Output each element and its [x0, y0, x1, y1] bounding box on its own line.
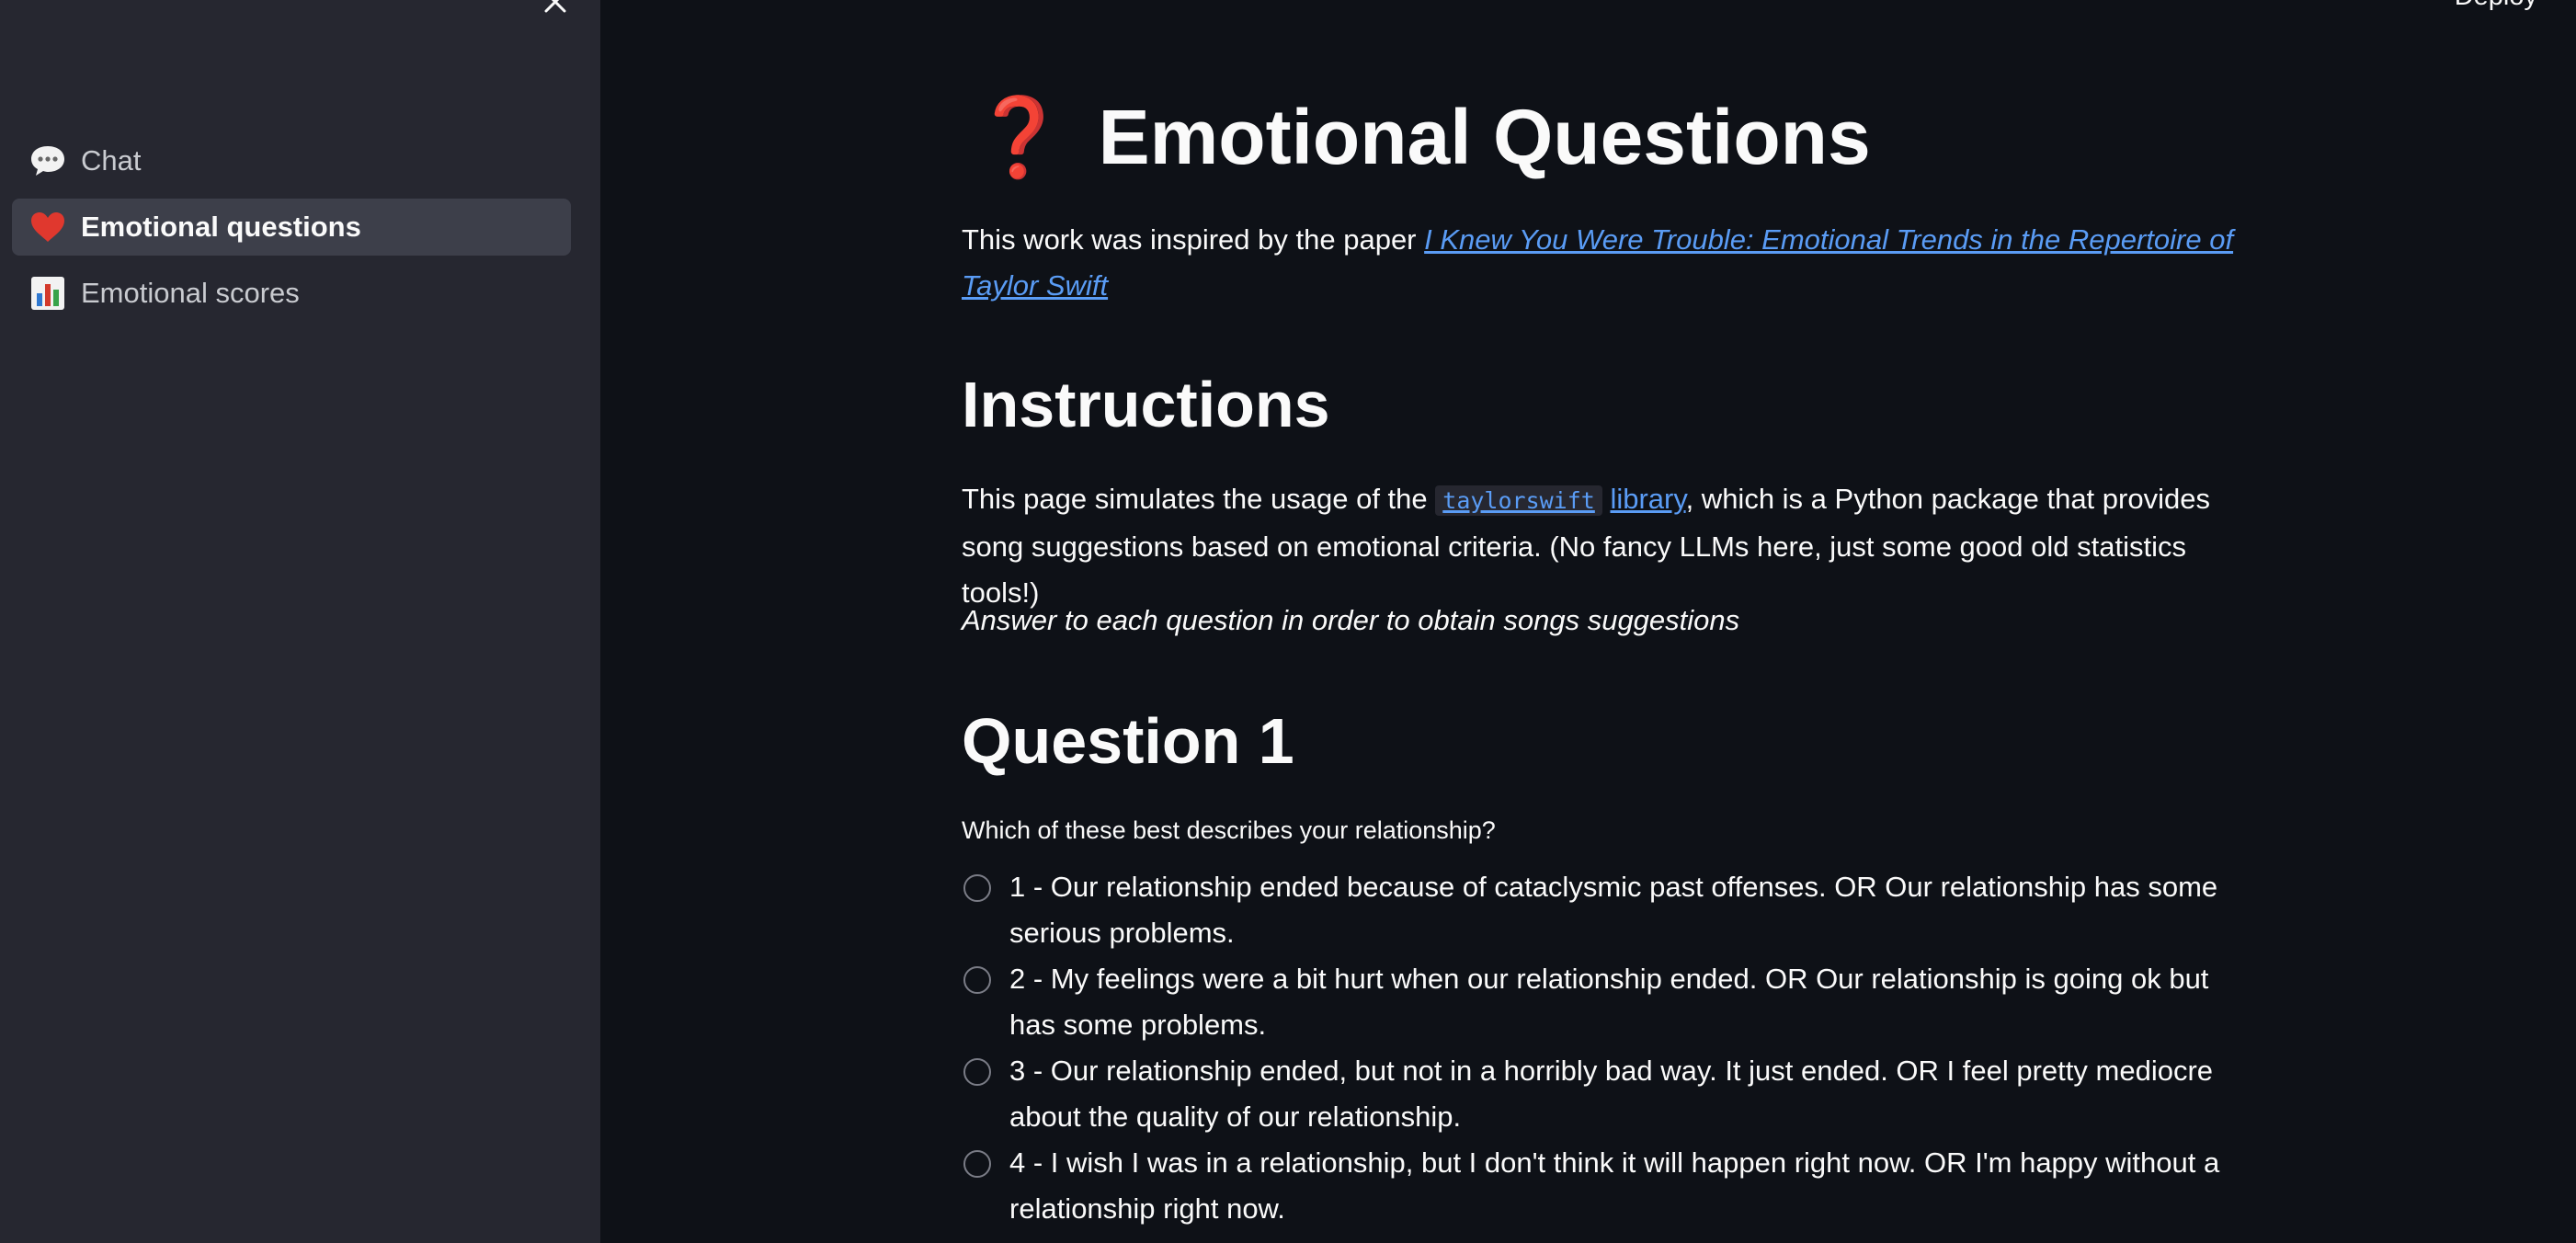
radio-option[interactable]: 2 - My feelings were a bit hurt when our… [962, 956, 2249, 1048]
library-link[interactable]: library [1610, 483, 1685, 515]
sidebar-nav: Chat Emotional questions Emotional score… [12, 132, 571, 331]
radio-button[interactable] [963, 1058, 991, 1086]
question-heading: Question 1 [962, 705, 1294, 777]
taylorswift-code-link[interactable]: taylorswift [1435, 483, 1602, 516]
answer-note: Answer to each question in order to obta… [962, 604, 1740, 636]
radio-option[interactable]: 3 - Our relationship ended, but not in a… [962, 1048, 2249, 1140]
radio-option-label: 4 - I wish I was in a relationship, but … [1009, 1146, 2220, 1225]
instructions-paragraph: This page simulates the usage of the tay… [962, 483, 2210, 609]
radio-option-label: 2 - My feelings were a bit hurt when our… [1009, 963, 2209, 1041]
sidebar-item-label: Chat [81, 144, 142, 177]
radio-option[interactable]: 4 - I wish I was in a relationship, but … [962, 1140, 2249, 1232]
sidebar-item-emotional-scores[interactable]: Emotional scores [12, 265, 571, 322]
radio-button[interactable] [963, 966, 991, 994]
radio-button[interactable] [963, 1150, 991, 1178]
speech-bubble-icon [28, 143, 68, 179]
radio-option-label: 1 - Our relationship ended because of ca… [1009, 871, 2218, 949]
question-mark-icon: ❓ [971, 94, 1067, 180]
sidebar-item-label: Emotional questions [81, 211, 361, 243]
page-title: ❓ Emotional Questions [962, 92, 1871, 183]
radio-button[interactable] [963, 874, 991, 902]
heart-icon [28, 209, 68, 245]
sidebar-item-chat[interactable]: Chat [12, 132, 571, 189]
intro-paragraph: This work was inspired by the paper I Kn… [962, 223, 2234, 302]
question-label: Which of these best describes your relat… [962, 816, 1496, 844]
radio-option[interactable]: 1 - Our relationship ended because of ca… [962, 864, 2249, 956]
radio-group: 1 - Our relationship ended because of ca… [962, 864, 2249, 1232]
sidebar-item-emotional-questions[interactable]: Emotional questions [12, 199, 571, 256]
instructions-heading: Instructions [962, 369, 1330, 440]
close-sidebar-icon[interactable] [541, 0, 570, 17]
sidebar-item-label: Emotional scores [81, 277, 300, 309]
deploy-button[interactable]: Deploy [2455, 0, 2537, 12]
sidebar: Chat Emotional questions Emotional score… [0, 0, 600, 1243]
bar-chart-icon [28, 275, 68, 312]
radio-option-label: 3 - Our relationship ended, but not in a… [1009, 1055, 2214, 1133]
